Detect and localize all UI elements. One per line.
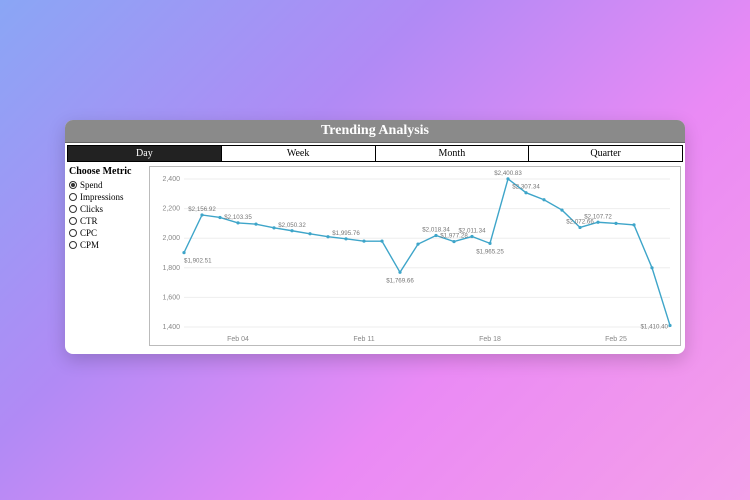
panel-title: Trending Analysis: [65, 120, 685, 143]
metric-spend[interactable]: Spend: [69, 179, 149, 191]
metric-label: CPM: [80, 240, 99, 250]
metric-label: CPC: [80, 228, 97, 238]
radio-icon: [69, 181, 77, 189]
svg-text:$2,156.92: $2,156.92: [188, 206, 216, 213]
svg-text:2,200: 2,200: [162, 206, 180, 213]
metric-clicks[interactable]: Clicks: [69, 203, 149, 215]
svg-text:1,600: 1,600: [162, 294, 180, 301]
radio-icon: [69, 217, 77, 225]
metric-sidebar: Choose Metric Spend Impressions Clicks CTR C…: [69, 166, 149, 346]
metric-cpc[interactable]: CPC: [69, 227, 149, 239]
svg-text:Feb 11: Feb 11: [353, 336, 374, 343]
chart-area: 1,400 1,600 1,800 2,000 2,200 2,400 Feb 04 Feb …: [149, 166, 681, 346]
radio-icon: [69, 229, 77, 237]
svg-text:$1,769.66: $1,769.66: [386, 277, 414, 284]
svg-text:$2,307.34: $2,307.34: [512, 184, 540, 191]
svg-text:$1,410.40: $1,410.40: [640, 323, 668, 330]
tab-quarter[interactable]: Quarter: [529, 146, 682, 161]
svg-text:2,400: 2,400: [162, 176, 180, 183]
metric-label: CTR: [80, 216, 98, 226]
svg-text:Feb 18: Feb 18: [479, 336, 501, 343]
radio-icon: [69, 205, 77, 213]
analysis-panel: Trending Analysis DayWeekMonthQuarter Ch…: [65, 120, 685, 354]
svg-text:2,000: 2,000: [162, 235, 180, 242]
svg-text:1,800: 1,800: [162, 265, 180, 272]
svg-text:$2,107.72: $2,107.72: [584, 213, 612, 220]
svg-text:$2,103.35: $2,103.35: [224, 214, 252, 221]
metric-impressions[interactable]: Impressions: [69, 191, 149, 203]
trend-line-chart: 1,400 1,600 1,800 2,000 2,200 2,400 Feb 04 Feb …: [150, 167, 678, 345]
timeframe-tabs: DayWeekMonthQuarter: [67, 145, 683, 162]
svg-text:Feb 25: Feb 25: [605, 336, 627, 343]
metric-label: Clicks: [80, 204, 103, 214]
metric-heading: Choose Metric: [69, 166, 149, 177]
tab-day[interactable]: Day: [68, 146, 222, 161]
metric-ctr[interactable]: CTR: [69, 215, 149, 227]
metric-label: Spend: [80, 180, 103, 190]
svg-text:1,400: 1,400: [162, 324, 180, 331]
svg-text:$1,995.76: $1,995.76: [332, 230, 360, 237]
radio-icon: [69, 193, 77, 201]
svg-text:$2,011.34: $2,011.34: [458, 228, 486, 235]
svg-text:$1,965.25: $1,965.25: [476, 248, 504, 255]
radio-icon: [69, 241, 77, 249]
metric-label: Impressions: [80, 192, 124, 202]
svg-text:$1,902.51: $1,902.51: [184, 258, 212, 265]
panel-content: Choose Metric Spend Impressions Clicks CTR C…: [65, 164, 685, 354]
tab-month[interactable]: Month: [376, 146, 530, 161]
metric-cpm[interactable]: CPM: [69, 239, 149, 251]
tab-week[interactable]: Week: [222, 146, 376, 161]
svg-text:$2,050.32: $2,050.32: [278, 222, 306, 229]
svg-text:Feb 04: Feb 04: [227, 336, 249, 343]
svg-text:$2,400.83: $2,400.83: [494, 170, 522, 177]
